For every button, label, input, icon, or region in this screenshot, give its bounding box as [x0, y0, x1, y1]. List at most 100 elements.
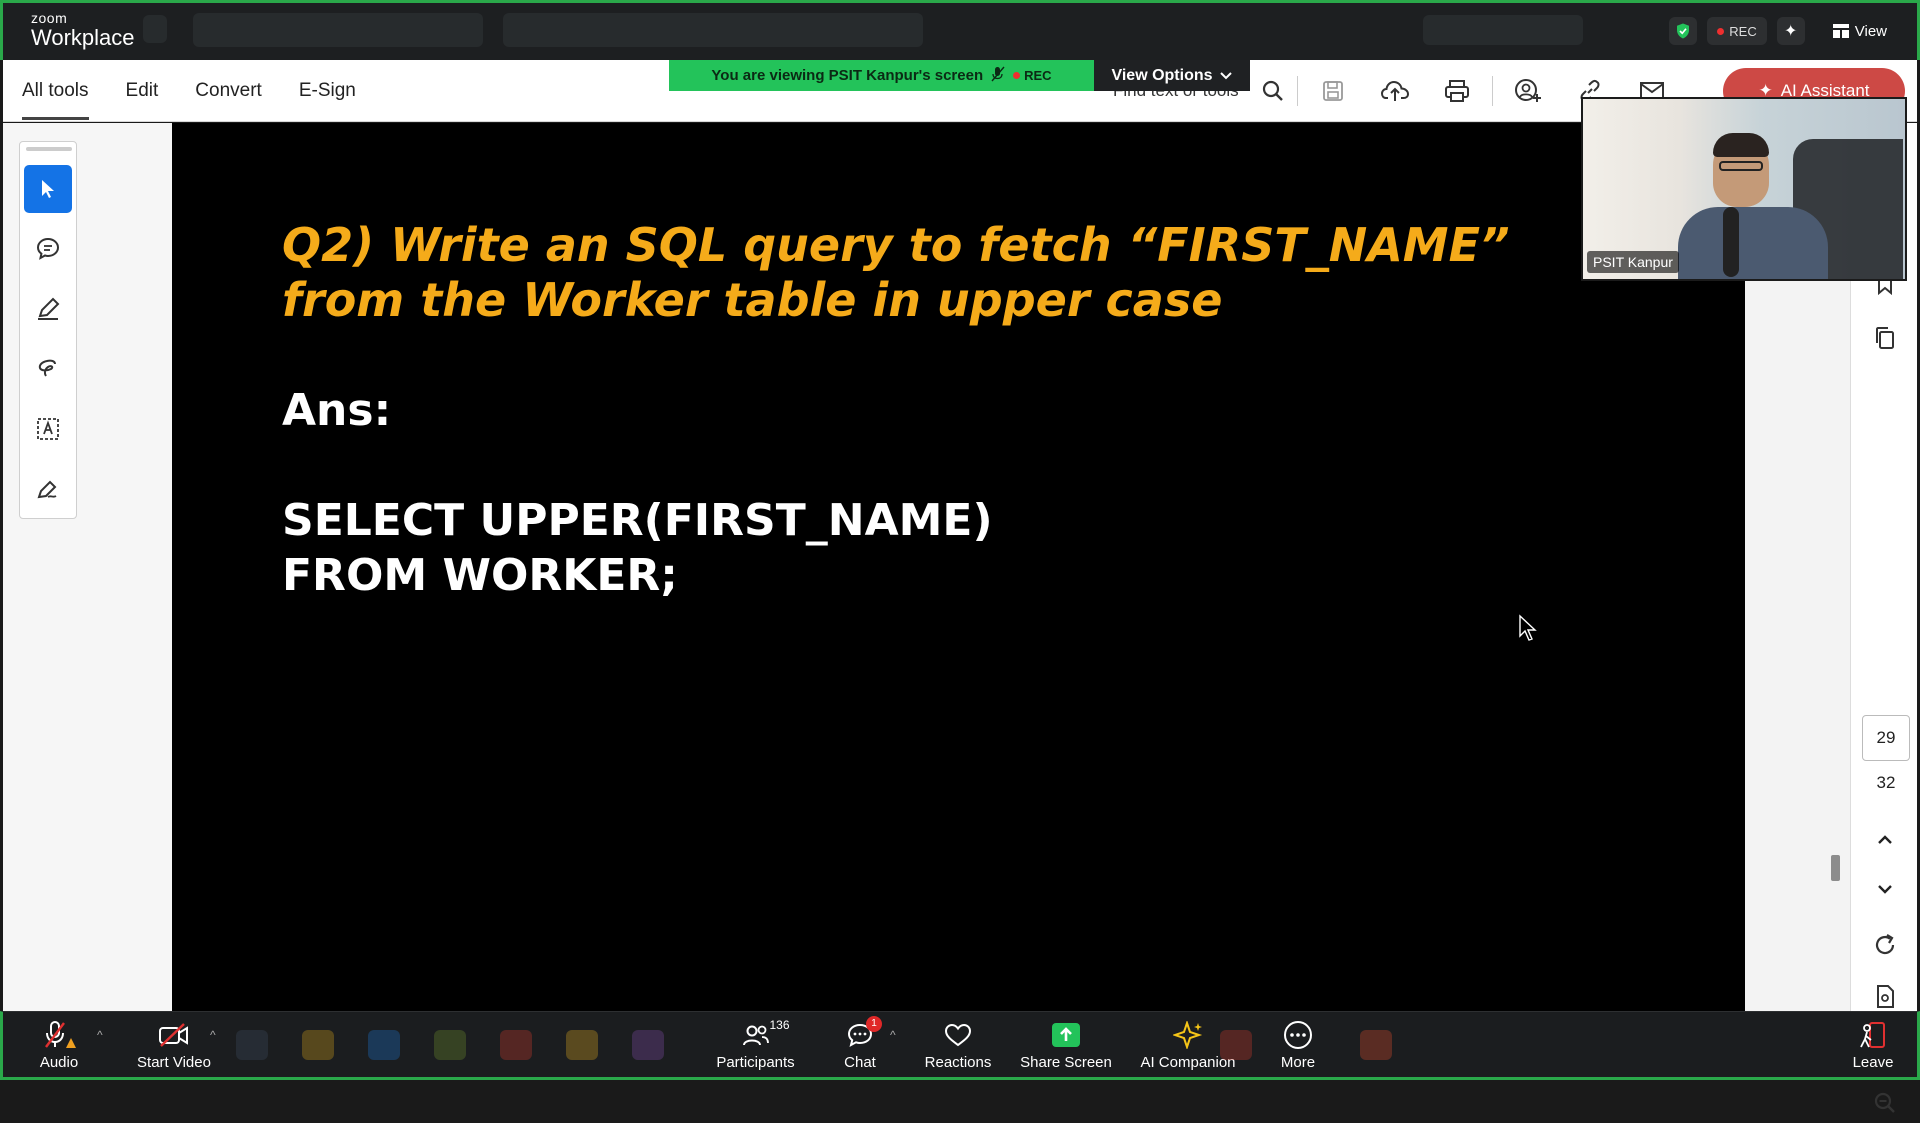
reactions-label: Reactions: [924, 1053, 992, 1071]
view-label: View: [1854, 22, 1887, 40]
participants-icon: 136: [742, 1018, 790, 1050]
rec-dot-icon: [1717, 27, 1725, 35]
chevron-down-icon: [1219, 71, 1232, 79]
select-tool-icon[interactable]: [24, 165, 72, 213]
blurred-tab: [503, 13, 923, 47]
start-video-button[interactable]: Start Video: [129, 1012, 219, 1078]
share-user-icon[interactable]: [1497, 60, 1559, 122]
participant-name: PSIT Kanpur: [1587, 251, 1679, 273]
rec-label: REC: [1729, 23, 1757, 39]
audio-button[interactable]: Audio: [29, 1012, 89, 1078]
current-page-input[interactable]: 29: [1862, 715, 1910, 761]
taskbar-app-icon: [1220, 1030, 1252, 1060]
sql-answer: SELECT UPPER(FIRST_NAME) FROM WORKER;: [282, 493, 993, 603]
view-options-label: View Options: [1111, 66, 1213, 84]
text-box-icon[interactable]: [24, 405, 72, 453]
comment-tool-icon[interactable]: [24, 225, 72, 273]
leave-label: Leave: [1852, 1053, 1894, 1071]
person-glasses: [1719, 161, 1763, 171]
rail-grip[interactable]: [26, 147, 72, 151]
sign-pen-icon[interactable]: [24, 465, 72, 513]
microphone: [1723, 207, 1739, 277]
tab-e-sign[interactable]: E-Sign: [299, 60, 356, 122]
zoom-top-bar: zoom Workplace REC ✦ View: [0, 0, 1920, 60]
pdf-page[interactable]: Q2) Write an SQL query to fetch “FIRST_N…: [172, 123, 1745, 1011]
search-icon[interactable]: [1253, 60, 1293, 122]
blurred-icon: [143, 15, 167, 43]
rec-dot-icon: [1013, 72, 1021, 79]
toolbar-divider: [1296, 76, 1298, 106]
taskbar-app-icon: [500, 1030, 532, 1060]
muted-mic-icon: [991, 66, 1005, 86]
taskbar-app-icon: [1360, 1030, 1392, 1060]
tab-edit[interactable]: Edit: [126, 60, 159, 122]
upload-cloud-icon[interactable]: [1364, 60, 1426, 122]
zoom-logo: zoom Workplace: [31, 11, 135, 49]
leave-icon: [1858, 1020, 1888, 1050]
viewing-text: You are viewing PSIT Kanpur's screen: [711, 67, 984, 84]
muted-mic-warning-icon: [42, 1020, 76, 1050]
chat-icon: 1: [846, 1015, 882, 1050]
copy-pages-icon[interactable]: [1851, 318, 1918, 358]
view-button[interactable]: View: [1832, 22, 1887, 40]
rec-indicator[interactable]: REC: [1707, 17, 1767, 45]
participants-label: Participants: [716, 1053, 795, 1071]
total-pages: 32: [1876, 773, 1896, 792]
taskbar-app-icon: [368, 1030, 400, 1060]
participant-video[interactable]: PSIT Kanpur: [1581, 97, 1907, 281]
tab-all-tools[interactable]: All tools: [22, 60, 89, 122]
taskbar-app-icon: [302, 1030, 334, 1060]
participants-button[interactable]: 136 Participants: [713, 1012, 798, 1078]
ai-sparkle-icon: [1173, 1020, 1203, 1050]
ai-sparkle-icon[interactable]: ✦: [1776, 17, 1805, 45]
person-body: [1678, 207, 1828, 279]
chat-badge: 1: [866, 1015, 882, 1032]
taskbar-app-icon: [566, 1030, 598, 1060]
sql-line-1: SELECT UPPER(FIRST_NAME): [282, 495, 993, 546]
tool-rail: [19, 141, 77, 519]
refresh-icon[interactable]: [1851, 925, 1918, 965]
chat-button[interactable]: 1 Chat: [835, 1012, 885, 1078]
tab-convert[interactable]: Convert: [195, 60, 262, 122]
highlight-pen-icon[interactable]: [24, 285, 72, 333]
view-options-button[interactable]: View Options: [1094, 60, 1250, 91]
reactions-button[interactable]: Reactions: [923, 1012, 993, 1078]
zoom-logo-small: zoom: [31, 10, 68, 26]
start-video-label: Start Video: [137, 1053, 211, 1071]
blurred-controls: [1423, 15, 1583, 45]
scrollbar-thumb[interactable]: [1831, 855, 1840, 881]
chevron-down-icon[interactable]: [1851, 869, 1918, 909]
sql-line-2: FROM WORKER;: [282, 550, 678, 601]
zoom-out-icon[interactable]: [1851, 1083, 1918, 1123]
zoom-meeting-controls: Audio ^ Start Video ^ 136 Participants 1…: [0, 1011, 1920, 1080]
taskbar-app-icon: [434, 1030, 466, 1060]
taskbar-app-icon: [632, 1030, 664, 1060]
person-hair: [1713, 133, 1769, 157]
share-screen-button[interactable]: Share Screen: [1020, 1012, 1112, 1078]
more-dots-icon: [1283, 1020, 1313, 1050]
share-screen-label: Share Screen: [1020, 1053, 1112, 1071]
taskbar-app-icon: [236, 1030, 268, 1060]
grid-icon: [1832, 24, 1849, 38]
chat-caret-icon[interactable]: ^: [890, 1028, 896, 1042]
acrobat-tabs: All tools Edit Convert E-Sign: [22, 60, 356, 122]
more-label: More: [1280, 1053, 1316, 1071]
draw-freehand-icon[interactable]: [24, 345, 72, 393]
mouse-pointer-icon: [1518, 614, 1538, 647]
heart-icon: [943, 1020, 973, 1050]
print-icon[interactable]: [1426, 60, 1488, 122]
blurred-tab: [193, 13, 483, 47]
video-caret-icon[interactable]: ^: [210, 1028, 216, 1042]
participants-count: 136: [769, 1017, 790, 1032]
chat-label: Chat: [844, 1053, 876, 1071]
banner-rec: REC: [1013, 68, 1052, 83]
toolbar-divider: [1491, 76, 1493, 106]
audio-caret-icon[interactable]: ^: [97, 1028, 103, 1042]
screen-share-banner: You are viewing PSIT Kanpur's screen REC: [669, 60, 1094, 91]
more-button[interactable]: More: [1273, 1012, 1323, 1078]
question-text: Q2) Write an SQL query to fetch “FIRST_N…: [282, 218, 1510, 327]
leave-button[interactable]: Leave: [1848, 1012, 1898, 1078]
chevron-up-icon[interactable]: [1851, 820, 1918, 860]
save-icon[interactable]: [1302, 60, 1364, 122]
security-shield-icon[interactable]: [1669, 17, 1698, 45]
